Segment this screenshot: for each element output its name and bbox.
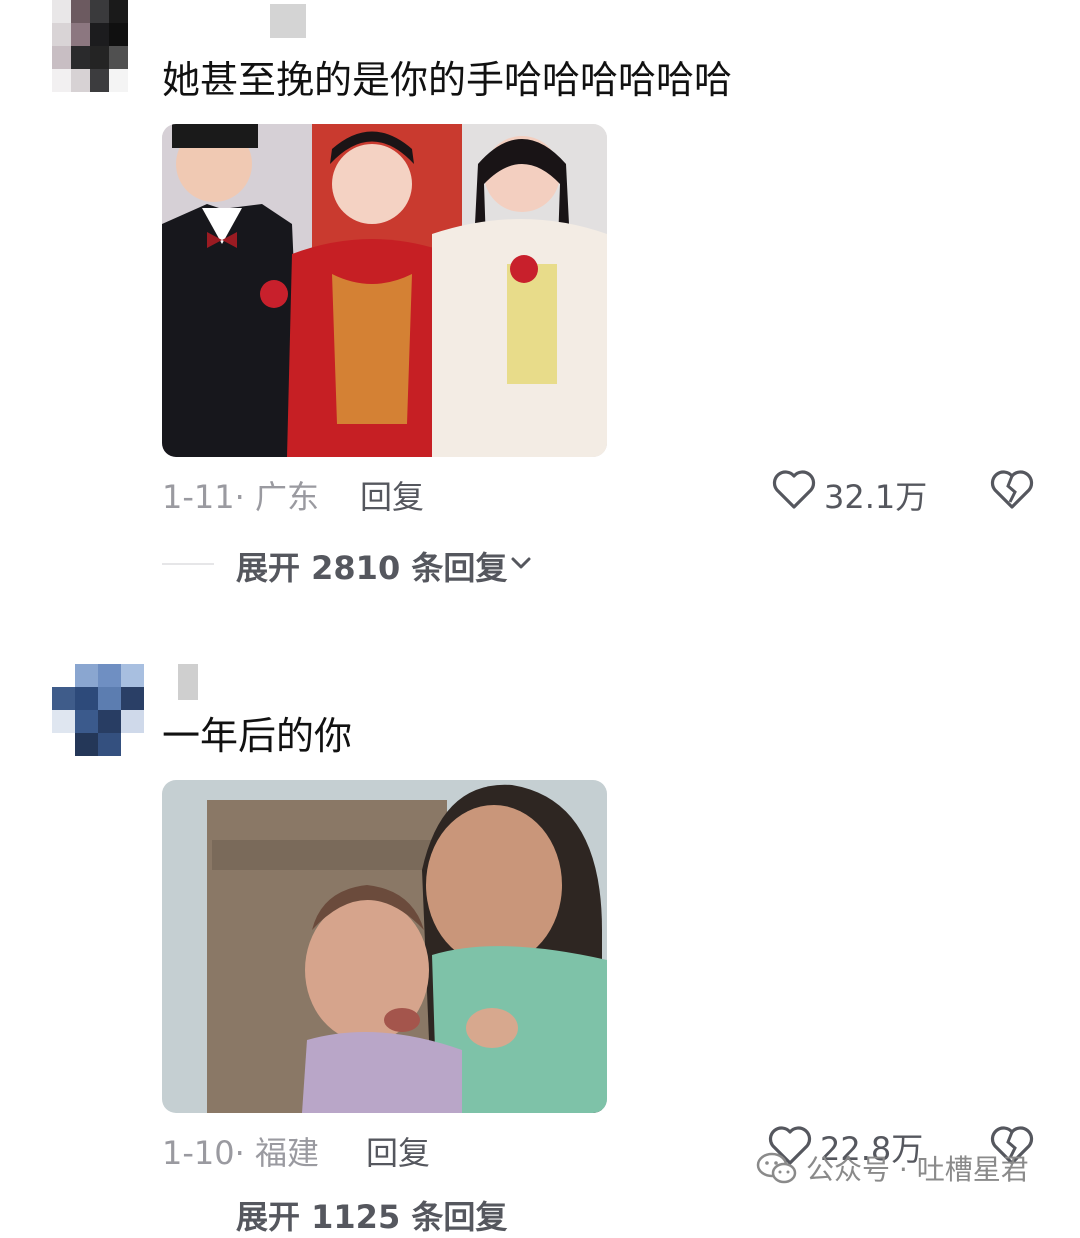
username-blurred[interactable] — [270, 4, 306, 38]
avatar[interactable] — [52, 664, 144, 756]
heart-outline-icon[interactable] — [772, 470, 816, 510]
watermark-text: 公众号 · 吐槽星君 — [806, 1153, 1029, 1186]
like-count: 32.1万 — [824, 478, 928, 516]
avatar[interactable] — [52, 0, 128, 92]
reply-button[interactable]: 回复 — [360, 472, 424, 518]
comment-date-location: 1-11· 广东 — [162, 478, 319, 516]
expand-replies-button[interactable]: 展开 1125 条回复 — [236, 1192, 507, 1238]
divider — [162, 563, 214, 565]
watermark: 公众号 · 吐槽星君 — [756, 1148, 1029, 1188]
expand-replies-label: 展开 2810 条回复 — [236, 549, 508, 587]
expand-replies-label: 展开 1125 条回复 — [236, 1198, 508, 1236]
comment-image[interactable] — [162, 124, 607, 457]
comment-date-location: 1-10· 福建 — [162, 1134, 319, 1172]
comment-image[interactable] — [162, 780, 607, 1113]
comment-text: 一年后的你 — [162, 714, 353, 758]
broken-heart-icon[interactable] — [990, 470, 1034, 510]
wechat-icon — [756, 1151, 798, 1185]
username-blurred[interactable] — [178, 664, 198, 700]
expand-replies-button[interactable]: 展开 2810 条回复 — [236, 543, 507, 589]
comment-text: 她甚至挽的是你的手哈哈哈哈哈哈 — [162, 58, 733, 102]
chevron-down-icon[interactable] — [510, 552, 532, 574]
reply-button[interactable]: 回复 — [366, 1128, 430, 1174]
